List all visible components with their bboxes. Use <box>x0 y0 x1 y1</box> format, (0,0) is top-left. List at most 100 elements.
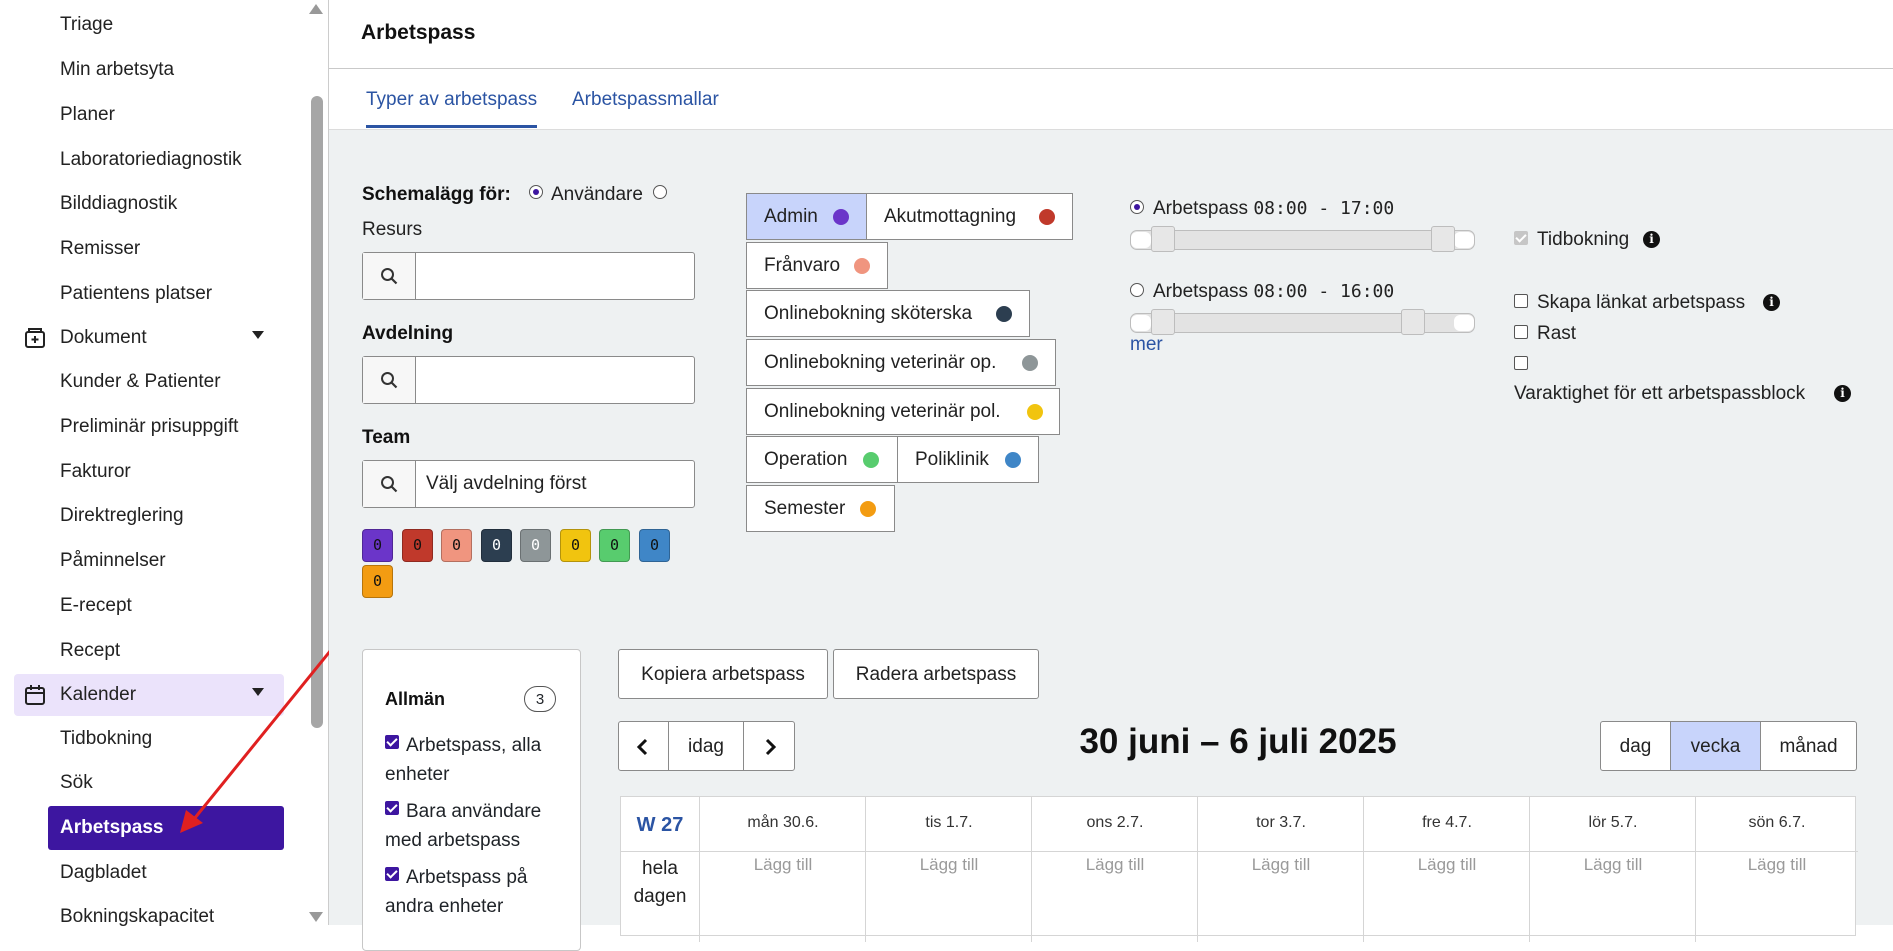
shift-option-1-slider[interactable] <box>1130 226 1475 252</box>
day-header[interactable]: tis 1.7. <box>865 797 1032 851</box>
all-day-label[interactable]: hela dagen <box>621 851 699 942</box>
shift-type-label: Operation <box>764 449 848 470</box>
shift-type-label: Akutmottagning <box>884 206 1017 227</box>
calendar-icon <box>25 685 45 705</box>
day-header[interactable]: tor 3.7. <box>1197 797 1364 851</box>
sidebar-item-bilddiagnostik[interactable]: Bilddiagnostik <box>60 193 177 215</box>
tab-bar: Typer av arbetspass Arbetspassmallar <box>329 69 1893 130</box>
color-swatch[interactable]: 0 <box>599 529 630 562</box>
slider-cap <box>1454 315 1474 331</box>
color-dot-icon <box>1022 355 1038 371</box>
view-day-button[interactable]: dag <box>1600 721 1671 771</box>
sidebar-item-e-recept[interactable]: E-recept <box>60 595 132 617</box>
color-dot-icon <box>1039 209 1055 225</box>
color-swatch[interactable]: 0 <box>362 565 393 598</box>
duration-checkbox[interactable] <box>1514 356 1528 370</box>
color-swatch[interactable]: 0 <box>362 529 393 562</box>
radio-resource[interactable] <box>653 185 667 199</box>
color-dot-icon <box>863 452 879 468</box>
sidebar-item-planer[interactable]: Planer <box>60 104 115 126</box>
delete-shift-button[interactable]: Radera arbetspass <box>833 649 1039 699</box>
slider-start-handle[interactable] <box>1151 309 1175 335</box>
slider-end-handle[interactable] <box>1401 309 1425 335</box>
sidebar-item-preliminar-prisuppgift[interactable]: Preliminär prisuppgift <box>60 416 238 438</box>
add-shift-cell[interactable]: Lägg till <box>1363 851 1530 942</box>
sidebar-item-sok[interactable]: Sök <box>60 772 93 794</box>
shift-option-2-slider[interactable] <box>1130 309 1475 335</box>
copy-shift-button[interactable]: Kopiera arbetspass <box>618 649 828 699</box>
sidebar-item-kunder-patienter[interactable]: Kunder & Patienter <box>60 371 221 393</box>
search-icon <box>363 461 416 507</box>
sidebar-item-label: Arbetspass <box>60 817 164 838</box>
radio-shift-option-2[interactable] <box>1130 283 1144 297</box>
rast-checkbox[interactable] <box>1514 325 1528 339</box>
linked-shift-checkbox[interactable] <box>1514 294 1528 308</box>
day-header[interactable]: fre 4.7. <box>1363 797 1530 851</box>
sidebar-item-triage[interactable]: Triage <box>60 14 113 36</box>
sidebar-item-patientens-platser[interactable]: Patientens platser <box>60 283 212 305</box>
shift-type-onlinebokning-skoterska[interactable]: Onlinebokning sköterska <box>746 290 1030 337</box>
sidebar-group-dokument[interactable]: Dokument <box>14 317 284 359</box>
sidebar-item-min-arbetsyta[interactable]: Min arbetsyta <box>60 59 174 81</box>
radio-shift-option-1[interactable] <box>1130 200 1144 214</box>
add-shift-cell[interactable]: Lägg till <box>699 851 866 942</box>
add-shift-cell[interactable]: Lägg till <box>865 851 1032 942</box>
color-swatch[interactable]: 0 <box>441 529 472 562</box>
color-swatch[interactable]: 0 <box>481 529 512 562</box>
shift-type-semester[interactable]: Semester <box>746 485 895 532</box>
sidebar-item-direktreglering[interactable]: Direktreglering <box>60 505 184 527</box>
add-shift-cell[interactable]: Lägg till <box>1031 851 1198 942</box>
shift-type-franvaro[interactable]: Frånvaro <box>746 242 888 289</box>
shift-type-akutmottagning[interactable]: Akutmottagning <box>866 193 1073 240</box>
color-dot-icon <box>833 209 849 225</box>
tab-arbetspassmallar[interactable]: Arbetspassmallar <box>572 89 719 111</box>
sidebar-item-paminnelser[interactable]: Påminnelser <box>60 550 166 572</box>
view-week-button[interactable]: vecka <box>1670 721 1761 771</box>
shift-type-onlinebokning-veterinar-op[interactable]: Onlinebokning veterinär op. <box>746 339 1056 386</box>
more-link[interactable]: mer <box>1130 334 1163 356</box>
day-header[interactable]: ons 2.7. <box>1031 797 1198 851</box>
department-search-field[interactable] <box>362 356 695 404</box>
slider-end-handle[interactable] <box>1431 226 1455 252</box>
sidebar-item-recept[interactable]: Recept <box>60 640 120 662</box>
day-header[interactable]: mån 30.6. <box>699 797 866 851</box>
week-number[interactable]: W 27 <box>621 797 699 851</box>
color-swatch[interactable]: 0 <box>639 529 670 562</box>
sidebar-item-laboratoriediagnostik[interactable]: Laboratoriediagnostik <box>60 149 242 171</box>
tidbokning-checkbox <box>1514 231 1528 245</box>
color-swatch[interactable]: 0 <box>402 529 433 562</box>
view-month-button[interactable]: månad <box>1760 721 1857 771</box>
shift-type-label: Poliklinik <box>915 449 989 470</box>
sidebar-item-dagbladet[interactable]: Dagbladet <box>60 862 147 884</box>
radio-user[interactable] <box>529 185 543 199</box>
team-label: Team <box>362 427 411 448</box>
team-search-field[interactable]: Välj avdelning först <box>362 460 695 508</box>
sidebar-item-fakturor[interactable]: Fakturor <box>60 461 131 483</box>
shift-type-poliklinik[interactable]: Poliklinik <box>897 436 1039 483</box>
tab-typer-av-arbetspass[interactable]: Typer av arbetspass <box>366 89 538 128</box>
add-shift-cell[interactable]: Lägg till <box>1695 851 1858 942</box>
add-shift-cell[interactable]: Lägg till <box>1529 851 1696 942</box>
shift-type-operation[interactable]: Operation <box>746 436 898 483</box>
day-header[interactable]: sön 6.7. <box>1695 797 1858 851</box>
slider-start-handle[interactable] <box>1151 226 1175 252</box>
scroll-down-icon[interactable] <box>309 912 323 922</box>
user-search-field[interactable] <box>362 252 695 300</box>
info-icon[interactable]: i <box>1643 231 1660 248</box>
color-dot-icon <box>1005 452 1021 468</box>
color-swatch[interactable]: 0 <box>520 529 551 562</box>
color-dot-icon <box>860 501 876 517</box>
info-icon[interactable]: i <box>1834 385 1851 402</box>
shift-type-admin[interactable]: Admin <box>746 193 868 240</box>
shift-type-onlinebokning-veterinar-pol[interactable]: Onlinebokning veterinär pol. <box>746 388 1060 435</box>
info-icon[interactable]: i <box>1763 294 1780 311</box>
count-badge: 3 <box>524 686 556 712</box>
scroll-up-icon[interactable] <box>309 4 323 14</box>
button-label: dag <box>1619 736 1652 757</box>
slider-cap <box>1131 232 1151 248</box>
day-header[interactable]: lör 5.7. <box>1529 797 1696 851</box>
color-swatch[interactable]: 0 <box>560 529 591 562</box>
add-shift-cell[interactable]: Lägg till <box>1197 851 1364 942</box>
sidebar-item-remisser[interactable]: Remisser <box>60 238 140 260</box>
sidebar-item-tidbokning[interactable]: Tidbokning <box>60 728 152 750</box>
